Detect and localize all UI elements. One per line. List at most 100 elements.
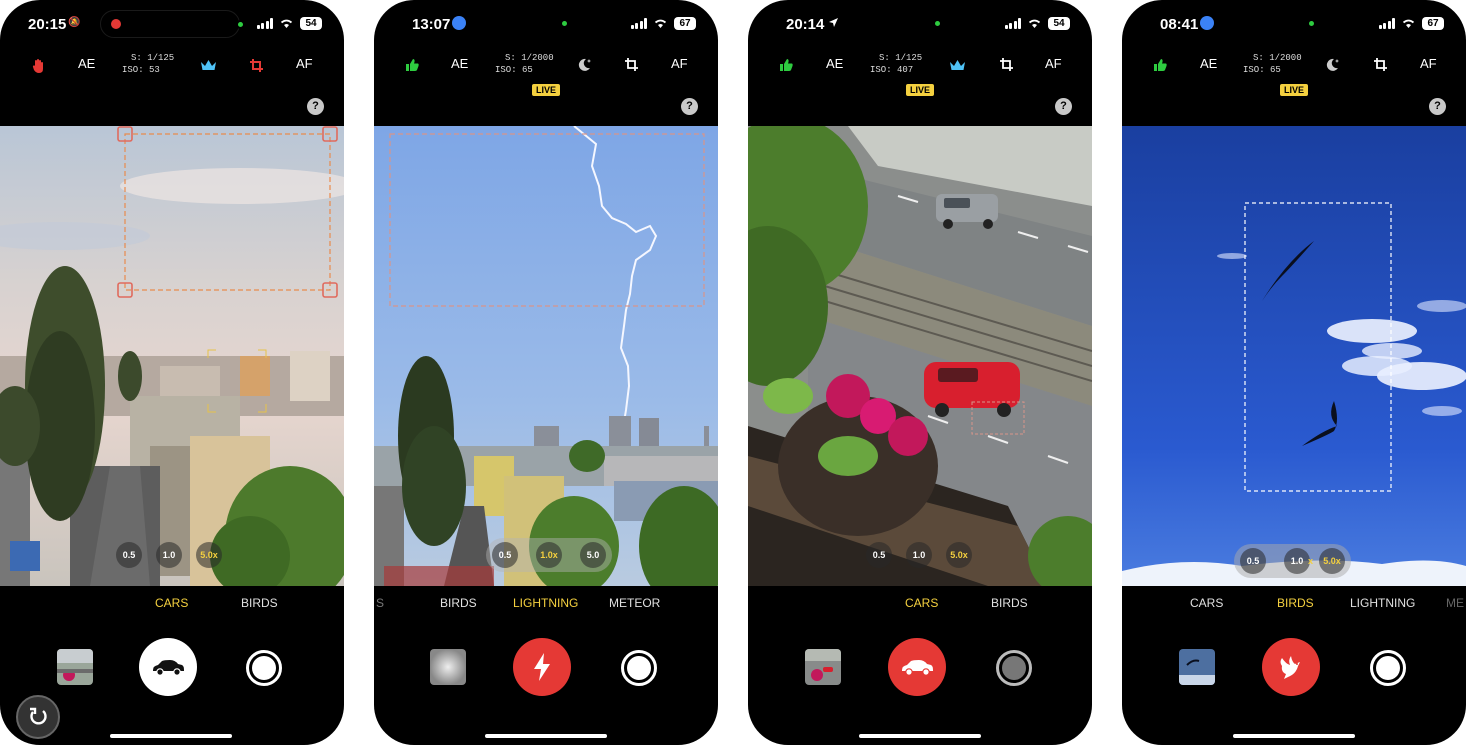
af-button[interactable]: AF: [1045, 56, 1062, 71]
live-badge: LIVE: [906, 84, 935, 96]
mode-partial[interactable]: ME: [1446, 596, 1464, 610]
zoom-option-active[interactable]: 5.0x: [196, 542, 222, 568]
zoom-option[interactable]: 5.0: [580, 542, 606, 568]
camera-active-icon: [562, 21, 567, 26]
help-button[interactable]: ?: [1429, 98, 1446, 115]
zoom-option[interactable]: 1.0: [906, 542, 932, 568]
zoom-option-active[interactable]: 5.0x: [1319, 548, 1346, 574]
wifi-icon: [654, 19, 667, 28]
last-photo-thumbnail[interactable]: [805, 649, 841, 685]
iso-label: ISO: 407: [870, 65, 914, 75]
exposure-readout: S: 1/2000 ISO: 65: [1243, 52, 1302, 76]
zoom-option[interactable]: 1.0: [1284, 548, 1310, 574]
thumb-up-icon[interactable]: [405, 58, 419, 72]
live-badge: LIVE: [532, 84, 561, 96]
crown-icon[interactable]: [949, 59, 966, 72]
ae-button[interactable]: AE: [451, 56, 468, 71]
night-mode-icon[interactable]: [1325, 57, 1340, 72]
hand-stop-icon[interactable]: [32, 58, 46, 74]
viewfinder[interactable]: 0.5 1.0 x 5.0x: [1122, 126, 1466, 586]
zoom-option-active[interactable]: 5.0x: [946, 542, 972, 568]
shutter-button[interactable]: [139, 638, 197, 696]
status-icons: 54: [1004, 17, 1070, 30]
thumb-up-icon[interactable]: [1153, 58, 1167, 72]
recording-dot-icon: [111, 19, 121, 29]
last-photo-thumbnail[interactable]: [1179, 649, 1215, 685]
shutter-button[interactable]: [1262, 638, 1320, 696]
shutter-speed-label: S: 1/2000: [1253, 53, 1302, 63]
zoom-suffix-label: x: [1308, 556, 1314, 566]
zoom-option[interactable]: 0.5: [1240, 548, 1266, 574]
ae-button[interactable]: AE: [1200, 56, 1217, 71]
mode-cars[interactable]: CARS: [905, 596, 938, 610]
mode-birds[interactable]: BIRDS: [1277, 596, 1314, 610]
night-mode-icon[interactable]: [577, 57, 592, 72]
mode-partial[interactable]: S: [376, 596, 384, 610]
crop-icon[interactable]: [1373, 57, 1388, 72]
thumbnail-image: [805, 649, 841, 685]
video-record-button[interactable]: [246, 650, 282, 686]
live-badge: LIVE: [1280, 84, 1309, 96]
help-button[interactable]: ?: [307, 98, 324, 115]
battery-indicator: 67: [1422, 17, 1444, 30]
zoom-selector: 0.5 1.0x 5.0: [486, 538, 612, 572]
crop-icon[interactable]: [249, 58, 264, 73]
status-bar: 20:14 54: [748, 14, 1092, 34]
home-indicator: [485, 734, 607, 738]
wifi-icon: [1402, 19, 1415, 28]
video-record-button[interactable]: [621, 650, 657, 686]
af-button[interactable]: AF: [671, 56, 688, 71]
mode-birds[interactable]: BIRDS: [991, 596, 1028, 610]
thumb-up-icon[interactable]: [779, 58, 793, 72]
crown-icon[interactable]: [200, 59, 217, 72]
zoom-option[interactable]: 0.5: [492, 542, 518, 568]
zoom-selector: 0.5 1.0 x 5.0x: [1234, 544, 1352, 578]
zoom-option[interactable]: 1.0: [156, 542, 182, 568]
video-record-button[interactable]: [996, 650, 1032, 686]
ae-button[interactable]: AE: [826, 56, 843, 71]
city-scene-image: [0, 126, 344, 586]
mode-birds[interactable]: BIRDS: [440, 596, 477, 610]
signal-icon: [630, 18, 647, 29]
viewfinder[interactable]: 0.5 1.0 5.0x: [0, 126, 344, 586]
viewfinder[interactable]: 0.5 1.0x 5.0: [374, 126, 718, 586]
mode-meteor[interactable]: METEOR: [609, 596, 660, 610]
phone-screen-cars-traffic: 20:14 54 AE S: 1/125 ISO: 407 AF LIVE ?: [748, 0, 1092, 745]
af-button[interactable]: AF: [1420, 56, 1437, 71]
exposure-readout: S: 1/125 ISO: 407: [870, 52, 922, 76]
home-indicator: [859, 734, 981, 738]
af-button[interactable]: AF: [296, 56, 313, 71]
mode-selector: CARS BIRDS: [0, 596, 344, 612]
zoom-option[interactable]: 0.5: [866, 542, 892, 568]
ae-button[interactable]: AE: [78, 56, 95, 71]
shutter-button[interactable]: [513, 638, 571, 696]
signal-icon: [1004, 18, 1021, 29]
video-record-button[interactable]: [1370, 650, 1406, 686]
last-photo-thumbnail[interactable]: [430, 649, 466, 685]
camera-toolbar: AE S: 1/125 ISO: 407 AF: [748, 50, 1092, 80]
signal-icon: [1378, 18, 1395, 29]
mode-lightning[interactable]: LIGHTNING: [513, 596, 578, 610]
battery-indicator: 67: [674, 17, 696, 30]
camera-active-icon: [1309, 21, 1314, 26]
crop-icon[interactable]: [999, 57, 1014, 72]
shutter-button[interactable]: [888, 638, 946, 696]
battery-indicator: 54: [1048, 17, 1070, 30]
help-button[interactable]: ?: [681, 98, 698, 115]
mode-lightning[interactable]: LIGHTNING: [1350, 596, 1415, 610]
location-arrow-icon: [452, 16, 466, 30]
mode-birds[interactable]: BIRDS: [241, 596, 278, 610]
mode-cars[interactable]: CARS: [1190, 596, 1223, 610]
viewfinder[interactable]: 0.5 1.0 5.0x: [748, 126, 1092, 586]
zoom-option[interactable]: 0.5: [116, 542, 142, 568]
home-indicator: [1233, 734, 1355, 738]
phone-screen-cars: 20:15 🔕 54 AE S: 1/125 ISO: 53 AF ? 0.5 …: [0, 0, 344, 745]
mode-selector: S BIRDS LIGHTNING METEOR: [374, 596, 718, 612]
camera-active-icon: [236, 20, 245, 29]
last-photo-thumbnail[interactable]: [57, 649, 93, 685]
zoom-option-active[interactable]: 1.0x: [536, 542, 562, 568]
mode-cars[interactable]: CARS: [155, 596, 188, 610]
rotate-camera-button[interactable]: [16, 695, 60, 739]
crop-icon[interactable]: [624, 57, 639, 72]
help-button[interactable]: ?: [1055, 98, 1072, 115]
